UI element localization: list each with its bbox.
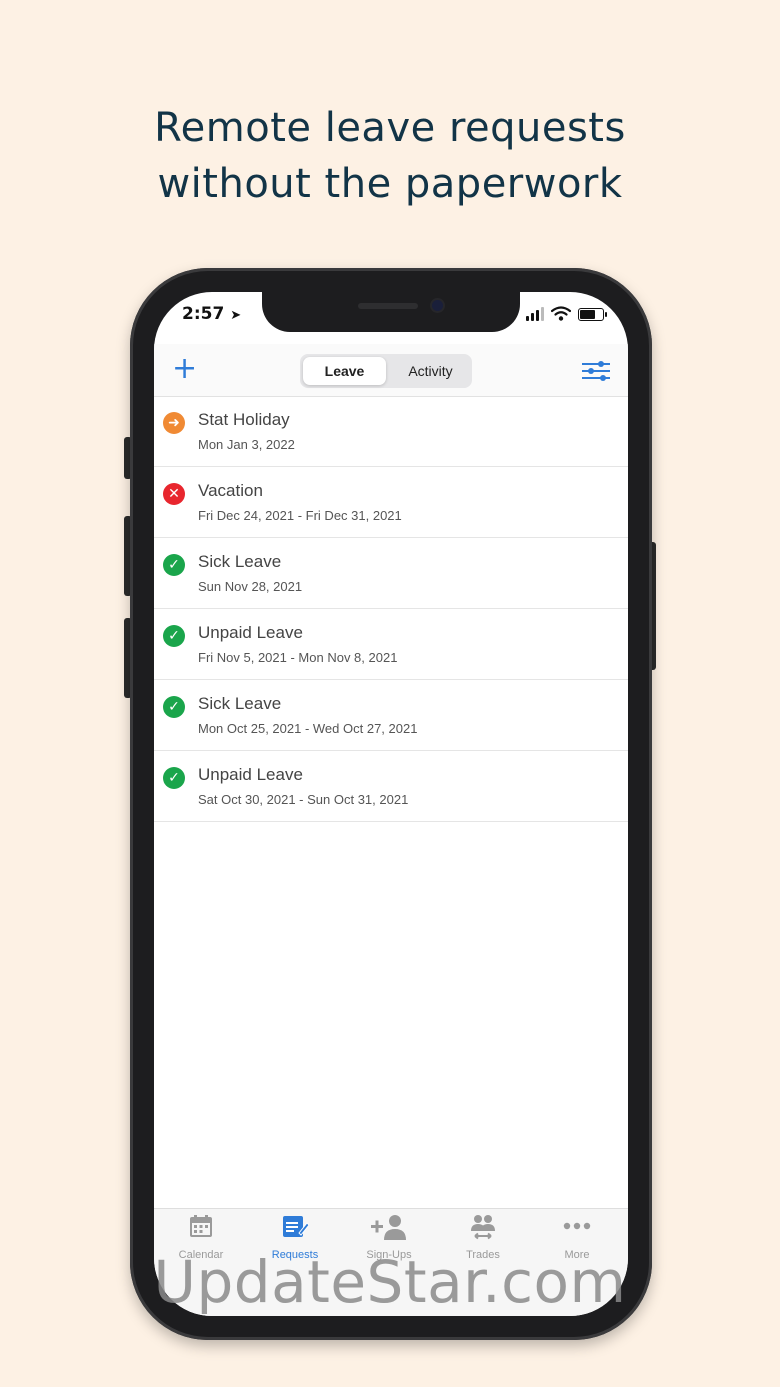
notch xyxy=(262,292,520,332)
status-time-text: 2:57 xyxy=(182,304,225,324)
status-time: 2:57 ➤ xyxy=(182,304,241,324)
request-row[interactable]: ➜ Stat Holiday Mon Jan 3, 2022 xyxy=(154,396,628,467)
wifi-icon xyxy=(551,306,571,321)
add-person-icon xyxy=(342,1213,436,1247)
trades-icon xyxy=(436,1213,530,1247)
tab-activity[interactable]: Activity xyxy=(389,354,472,388)
request-list: ➜ Stat Holiday Mon Jan 3, 2022 ✕ Vacatio… xyxy=(154,396,628,822)
status-icons xyxy=(526,306,607,321)
watermark: UpdateStar.com xyxy=(153,1248,627,1316)
request-row[interactable]: ✕ Vacation Fri Dec 24, 2021 - Fri Dec 31… xyxy=(154,467,628,538)
request-dates: Fri Dec 24, 2021 - Fri Dec 31, 2021 xyxy=(198,508,402,523)
more-icon xyxy=(530,1213,624,1247)
pending-status-icon: ➜ xyxy=(163,412,185,434)
phone-frame: 2:57 ➤ + Leave Activity ➜ Stat Holiday M… xyxy=(130,268,652,1340)
segmented-control: Leave Activity xyxy=(300,354,472,388)
phone-screen: 2:57 ➤ + Leave Activity ➜ Stat Holiday M… xyxy=(154,292,628,1316)
request-title: Vacation xyxy=(198,481,263,500)
request-row[interactable]: ✓ Sick Leave Sun Nov 28, 2021 xyxy=(154,538,628,609)
request-row[interactable]: ✓ Unpaid Leave Fri Nov 5, 2021 - Mon Nov… xyxy=(154,609,628,680)
calendar-icon xyxy=(154,1213,248,1247)
sliders-icon[interactable] xyxy=(582,360,610,382)
approved-status-icon: ✓ xyxy=(163,767,185,789)
approved-status-icon: ✓ xyxy=(163,625,185,647)
speaker-grille xyxy=(358,303,418,309)
battery-icon xyxy=(578,308,607,321)
request-row[interactable]: ✓ Unpaid Leave Sat Oct 30, 2021 - Sun Oc… xyxy=(154,751,628,822)
request-dates: Sun Nov 28, 2021 xyxy=(198,579,303,594)
approved-status-icon: ✓ xyxy=(163,696,185,718)
headline: Remote leave requests without the paperw… xyxy=(0,100,780,212)
signal-icon xyxy=(526,307,544,321)
request-dates: Mon Oct 25, 2021 - Wed Oct 27, 2021 xyxy=(198,721,418,736)
requests-icon xyxy=(248,1213,342,1247)
request-title: Sick Leave xyxy=(198,552,282,571)
tab-leave[interactable]: Leave xyxy=(303,357,386,385)
request-dates: Mon Jan 3, 2022 xyxy=(198,437,295,452)
request-title: Sick Leave xyxy=(198,694,282,713)
request-row[interactable]: ✓ Sick Leave Mon Oct 25, 2021 - Wed Oct … xyxy=(154,680,628,751)
headline-line-1: Remote leave requests xyxy=(154,105,626,151)
front-camera xyxy=(432,300,443,311)
denied-status-icon: ✕ xyxy=(163,483,185,505)
request-title: Stat Holiday xyxy=(198,410,290,429)
nav-bar: + Leave Activity xyxy=(154,344,628,397)
plus-icon[interactable]: + xyxy=(172,354,197,384)
request-title: Unpaid Leave xyxy=(198,623,303,642)
request-title: Unpaid Leave xyxy=(198,765,303,784)
approved-status-icon: ✓ xyxy=(163,554,185,576)
request-dates: Fri Nov 5, 2021 - Mon Nov 8, 2021 xyxy=(198,650,398,665)
request-dates: Sat Oct 30, 2021 - Sun Oct 31, 2021 xyxy=(198,792,409,807)
headline-line-2: without the paperwork xyxy=(157,161,623,207)
location-arrow-icon: ➤ xyxy=(230,308,242,323)
